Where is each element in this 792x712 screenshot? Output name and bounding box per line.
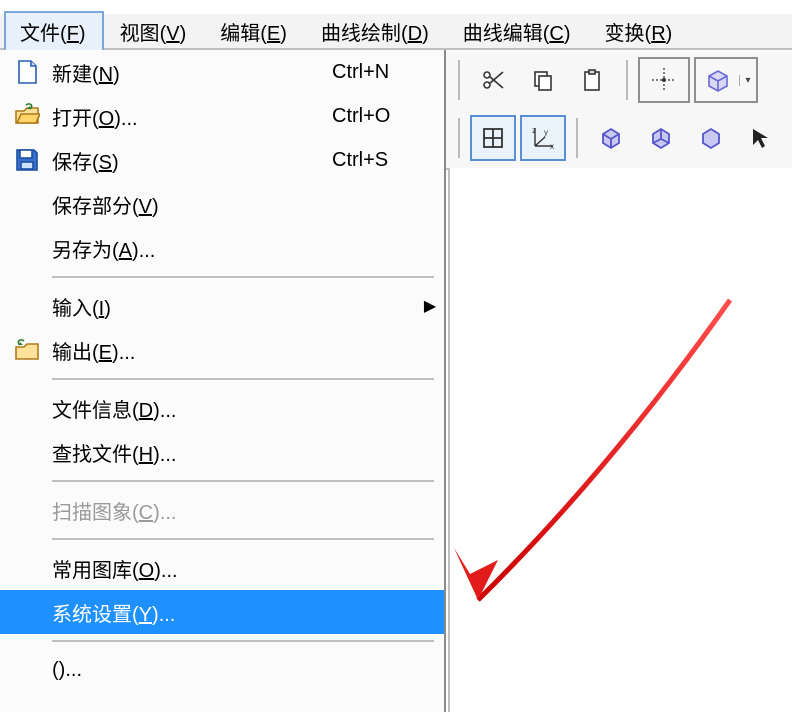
- copy-icon[interactable]: [520, 57, 566, 103]
- menu-file[interactable]: 文件(F): [4, 11, 104, 52]
- menu-label: 保存: [52, 152, 92, 174]
- menu-separator: [52, 276, 434, 278]
- export-icon: [6, 328, 48, 372]
- shape3d-2-icon[interactable]: [638, 115, 684, 161]
- menu-separator: [52, 378, 434, 380]
- menu-common-library[interactable]: 常用图库(O)...: [0, 546, 444, 590]
- menu-file-info[interactable]: 文件信息(D)...: [0, 386, 444, 430]
- submenu-arrow-icon: ▶: [416, 296, 444, 316]
- svg-text:x: x: [550, 142, 554, 151]
- menu-label: 扫描图象: [52, 502, 132, 524]
- toolbar-separator: [576, 118, 578, 158]
- menu-save[interactable]: 保存(S) Ctrl+S: [0, 138, 444, 182]
- dropdown-caret-icon[interactable]: ▾: [739, 75, 756, 86]
- menu-new[interactable]: 新建(N) Ctrl+N: [0, 50, 444, 94]
- menu-label: 输入: [52, 298, 92, 320]
- menu-separator: [52, 640, 434, 642]
- menu-print[interactable]: ()...: [0, 648, 444, 692]
- menu-scan-image: 扫描图象(C)...: [0, 488, 444, 532]
- svg-text:y: y: [544, 128, 548, 137]
- arrow-cursor-icon[interactable]: [738, 115, 784, 161]
- menu-shortcut: Ctrl+N: [332, 61, 444, 84]
- menu-shortcut: Ctrl+S: [332, 149, 444, 172]
- paste-icon[interactable]: [570, 57, 616, 103]
- menu-label: 保存部分: [52, 196, 132, 218]
- menu-label: 新建: [52, 64, 92, 86]
- grid-icon[interactable]: [470, 115, 516, 161]
- cube-view-icon[interactable]: ▾: [694, 57, 758, 103]
- menu-transform[interactable]: 变换(R): [589, 11, 691, 52]
- scissors-icon[interactable]: [470, 57, 516, 103]
- crosshair-icon[interactable]: [638, 57, 690, 103]
- svg-text:z: z: [532, 126, 536, 135]
- menu-label: 常用图库: [52, 560, 132, 582]
- menu-view[interactable]: 视图(V): [104, 11, 205, 52]
- menu-label: 输出: [52, 342, 92, 364]
- axes-icon[interactable]: z xy: [520, 115, 566, 161]
- menu-edit[interactable]: 编辑(E): [204, 11, 305, 52]
- save-file-icon: [6, 138, 48, 182]
- menu-label: 查找文件: [52, 444, 132, 466]
- drawing-canvas[interactable]: [448, 168, 792, 712]
- toolbar-separator: [458, 60, 460, 100]
- menu-import[interactable]: 输入(I) ▶: [0, 284, 444, 328]
- menu-save-as[interactable]: 另存为(A)...: [0, 226, 444, 270]
- menu-export[interactable]: 输出(E)...: [0, 328, 444, 372]
- menu-curve-edit[interactable]: 曲线编辑(C): [447, 11, 589, 52]
- menu-label: 另存为: [52, 240, 112, 262]
- menu-save-part[interactable]: 保存部分(V): [0, 182, 444, 226]
- menu-label: 系统设置: [52, 604, 132, 626]
- toolbar-separator: [626, 60, 628, 100]
- open-file-icon: [6, 94, 48, 138]
- toolbar-separator: [458, 118, 460, 158]
- menu-find-file[interactable]: 查找文件(H)...: [0, 430, 444, 474]
- menu-label: 打开: [52, 108, 92, 130]
- new-file-icon: [6, 50, 48, 94]
- menu-system-settings[interactable]: 系统设置(Y)...: [0, 590, 444, 634]
- menu-label: 文件信息: [52, 400, 132, 422]
- menu-open[interactable]: 打开(O)... Ctrl+O: [0, 94, 444, 138]
- menu-separator: [52, 538, 434, 540]
- file-menu-dropdown: 新建(N) Ctrl+N 打开(O)... Ctrl+O 保存(S) Ctrl+…: [0, 50, 446, 712]
- shape3d-1-icon[interactable]: [588, 115, 634, 161]
- menu-shortcut: Ctrl+O: [332, 105, 444, 128]
- menu-separator: [52, 480, 434, 482]
- shape3d-3-icon[interactable]: [688, 115, 734, 161]
- menu-curve-draw[interactable]: 曲线绘制(D): [305, 11, 447, 52]
- menubar: 文件(F) 视图(V) 编辑(E) 曲线绘制(D) 曲线编辑(C) 变换(R): [0, 14, 792, 50]
